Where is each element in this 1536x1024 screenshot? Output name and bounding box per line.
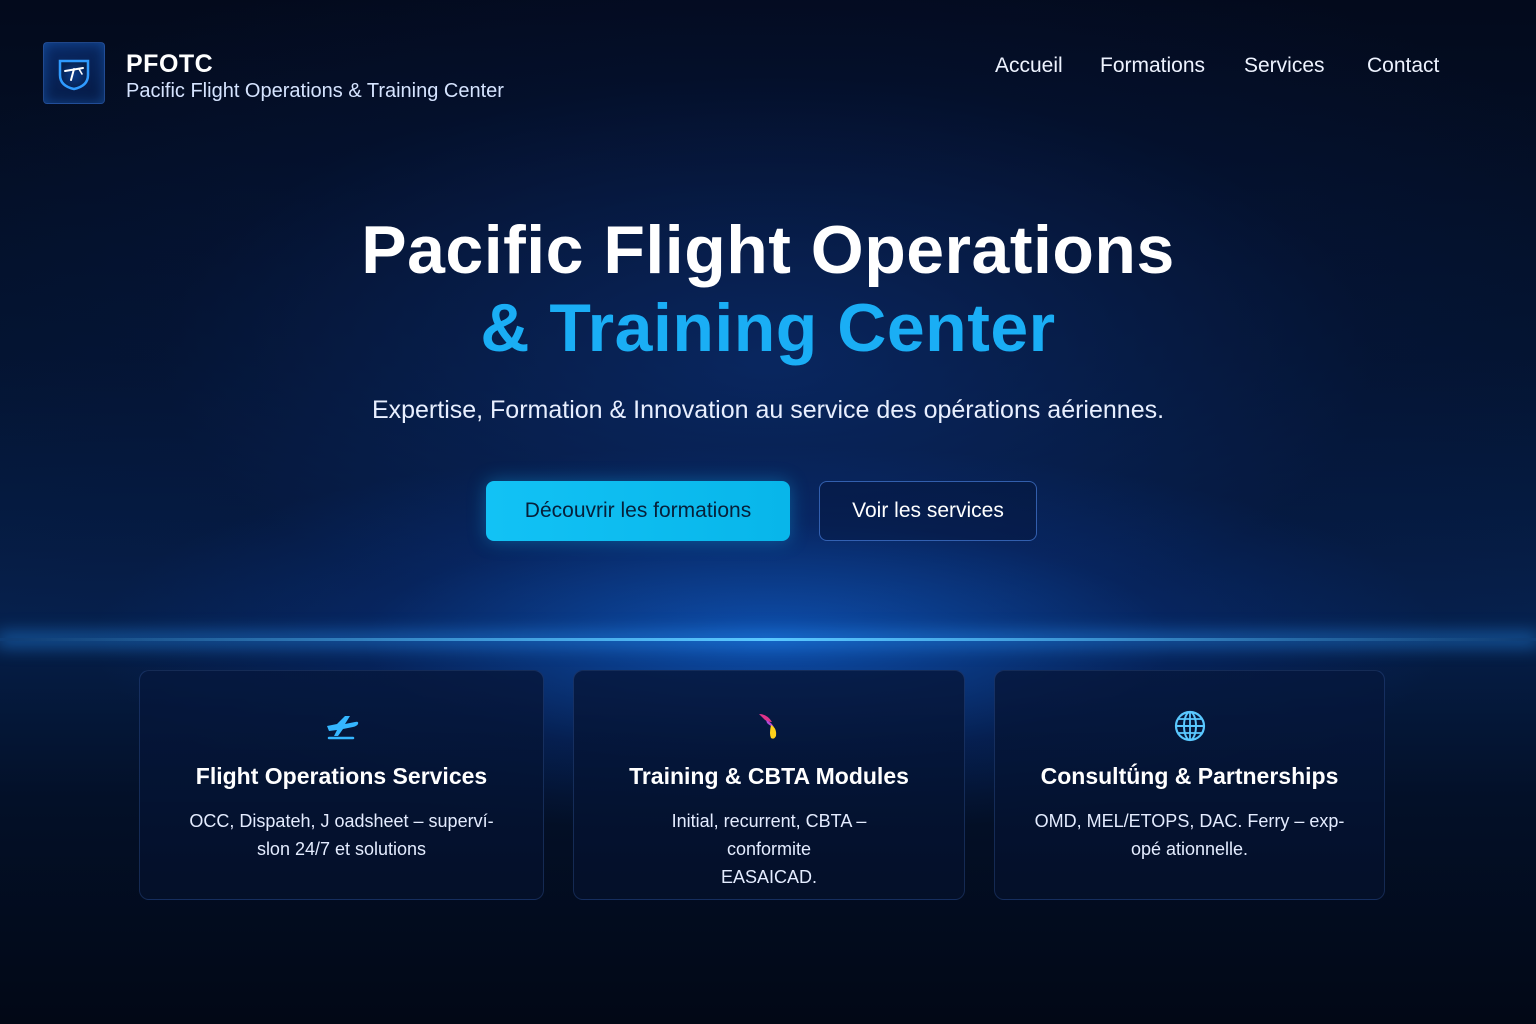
card-description-line: slon 24/7 et solutions: [256, 839, 427, 859]
card-title: Training & CBTA Modules: [629, 763, 909, 789]
service-card-flight-operations[interactable]: Flight Operations Services OCC, Dispateh…: [139, 670, 544, 900]
card-description-line: conformite: [726, 839, 812, 859]
compass-plane-icon: [58, 59, 90, 91]
card-description-line: OCC, Dispateh, J oadsheet – superví-: [189, 811, 494, 831]
card-title: Consultǘng & Partnerships: [1040, 763, 1339, 789]
service-card-training[interactable]: Training & CBTA Modules Initial, recurre…: [573, 670, 965, 900]
airplane-icon: [326, 716, 358, 740]
brand-subtitle: Pacific Flight Operations & Training Cen…: [126, 80, 504, 102]
card-description-line: EASAICAD.: [720, 867, 818, 887]
hero-title: Pacific Flight Operations: [361, 212, 1175, 288]
card-description-line: opé ationnelle.: [1130, 839, 1249, 859]
card-description-line: Initial, recurrent, CBTA –: [671, 811, 867, 831]
globe-icon: [1174, 710, 1205, 742]
view-services-button[interactable]: Voir les services: [819, 481, 1037, 541]
card-title: Flight Operations Services: [195, 763, 488, 789]
discover-trainings-button[interactable]: Découvrir les formations: [486, 481, 790, 541]
card-description-line: OMD, MEL/ETOPS, DAC. Ferry – exp-: [1034, 811, 1345, 831]
brand-name[interactable]: PFOTC: [126, 50, 213, 79]
hero-title-accent: & Training Center: [480, 290, 1056, 366]
nav-accueil[interactable]: Accueil: [995, 54, 1063, 78]
nav-formations[interactable]: Formations: [1100, 54, 1205, 78]
glow-divider: [0, 638, 1536, 641]
hero-description: Expertise, Formation & Innovation au ser…: [371, 396, 1165, 424]
feather-icon: [759, 714, 777, 739]
card-description: Initial, recurrent, CBTA – conformite EA…: [604, 807, 934, 891]
card-description: OCC, Dispateh, J oadsheet – superví- slo…: [170, 807, 513, 863]
nav-contact[interactable]: Contact: [1367, 54, 1439, 78]
logo[interactable]: [43, 42, 105, 104]
card-description: OMD, MEL/ETOPS, DAC. Ferry – exp- opé at…: [1025, 807, 1354, 863]
nav-services[interactable]: Services: [1244, 54, 1325, 78]
service-card-consulting[interactable]: Consultǘng & Partnerships OMD, MEL/ETOPS…: [994, 670, 1385, 900]
